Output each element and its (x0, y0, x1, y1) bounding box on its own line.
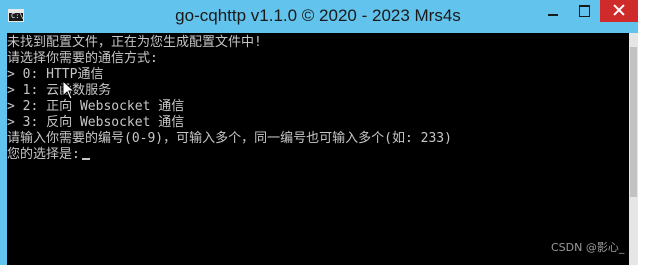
window-title: go-cqhttp v1.1.0 © 2020 - 2023 Mrs4s (175, 6, 461, 25)
minimize-button[interactable] (538, 0, 569, 22)
cmd-console-icon[interactable]: C:\ (8, 9, 24, 22)
console-prompt-line[interactable]: 您的选择是: (7, 147, 90, 162)
console-line: 请输入你需要的编号(0-9)，可输入多个，同一编号也可输入多个(如: 233) (7, 131, 452, 146)
maximize-icon (579, 5, 590, 17)
minimize-icon (548, 14, 558, 16)
console-line: 未找到配置文件，正在为您生成配置文件中! (7, 35, 262, 50)
maximize-button[interactable] (569, 0, 600, 22)
scrollbar-thumb[interactable] (630, 47, 637, 197)
csdn-watermark: CSDN @影心_ (551, 241, 625, 254)
window-controls (538, 0, 638, 24)
console-line: > 3: 反向 Websocket 通信 (7, 115, 185, 130)
mouse-pointer-icon (62, 80, 76, 100)
console-output[interactable]: 未找到配置文件，正在为您生成配置文件中! 请选择你需要的通信方式: > 0: H… (7, 33, 629, 265)
text-cursor (81, 158, 90, 160)
icon-prompt-text: C:\ (11, 12, 24, 20)
console-line: > 2: 正向 Websocket 通信 (7, 99, 185, 114)
vertical-scrollbar[interactable] (629, 33, 638, 265)
close-icon (613, 4, 625, 16)
prompt-text: 您的选择是: (7, 147, 80, 162)
close-button[interactable] (600, 0, 638, 22)
title-bar[interactable]: C:\ go-cqhttp v1.1.0 © 2020 - 2023 Mrs4s (0, 0, 638, 33)
console-line: 请选择你需要的通信方式: (7, 51, 158, 66)
console-line: > 1: 云函数服务 (7, 83, 112, 98)
console-line: > 0: HTTP通信 (7, 67, 104, 82)
